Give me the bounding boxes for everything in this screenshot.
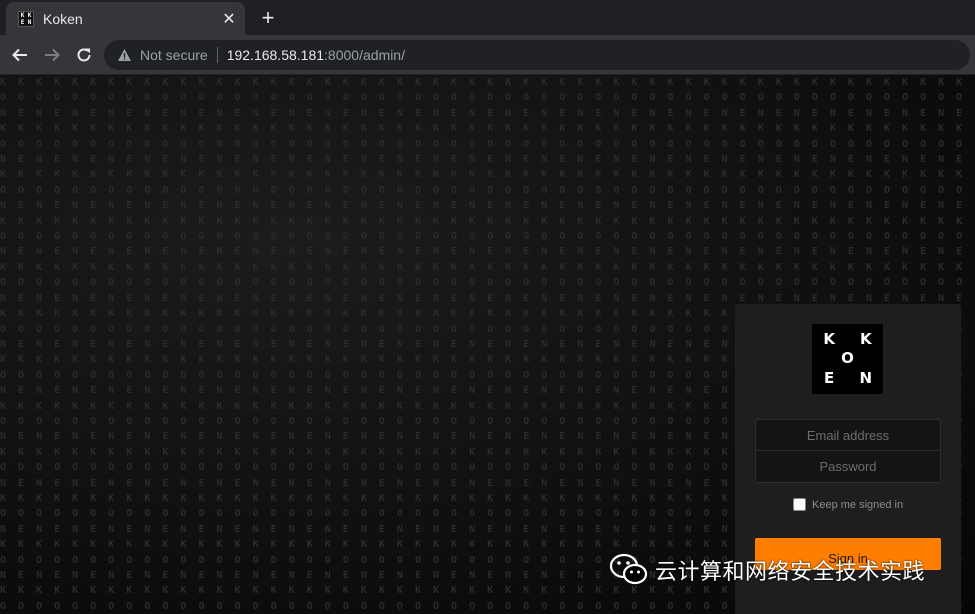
favicon-letter: K <box>27 11 32 19</box>
keep-signed-in-checkbox[interactable] <box>793 498 806 511</box>
browser-tab[interactable]: K K E N Koken ✕ <box>6 2 245 35</box>
reload-button[interactable] <box>72 43 96 67</box>
logo-letter <box>857 349 875 368</box>
logo-letter <box>838 330 856 349</box>
logo-letter: N <box>859 368 873 387</box>
arrow-left-icon <box>12 48 27 62</box>
reload-icon <box>77 48 91 62</box>
address-bar[interactable]: Not secure 192.168.58.181:8000/admin/ <box>104 40 970 70</box>
back-button[interactable] <box>8 43 32 67</box>
logo-letter <box>838 369 856 388</box>
tab-title: Koken <box>43 10 83 27</box>
wechat-icon <box>609 553 648 585</box>
watermark-text: 云计算和网络安全技术实践 <box>655 560 926 585</box>
tab-close-icon[interactable]: ✕ <box>219 9 239 29</box>
omnibox-divider <box>216 47 218 63</box>
keep-signed-in-label[interactable]: Keep me signed in <box>812 499 903 511</box>
email-field[interactable] <box>755 419 941 451</box>
favicon-letter: N <box>27 18 32 26</box>
koken-logo: K K O E N <box>812 324 883 394</box>
security-label[interactable]: Not secure <box>140 47 208 63</box>
logo-letter: O <box>841 349 854 368</box>
favicon-letter: E <box>20 18 25 26</box>
favicon-letter: K <box>20 11 25 19</box>
login-page-background: K K K K K K K K K K K K K K K K K K K K … <box>0 75 975 614</box>
arrow-right-icon <box>45 48 60 62</box>
logo-letter: K <box>860 330 872 348</box>
browser-toolbar: Not secure 192.168.58.181:8000/admin/ <box>0 35 975 75</box>
password-field[interactable] <box>755 451 941 483</box>
warning-icon[interactable] <box>116 47 132 63</box>
logo-letter: E <box>824 368 835 387</box>
logo-letter: K <box>823 330 835 348</box>
url-path: :8000/admin/ <box>324 47 405 63</box>
watermark: 云计算和网络安全技术实践 <box>609 553 925 587</box>
keep-signed-in[interactable]: Keep me signed in <box>793 498 903 511</box>
forward-button[interactable] <box>40 43 64 67</box>
browser-tabstrip: K K E N Koken ✕ + <box>0 0 975 35</box>
url-host: 192.168.58.181 <box>226 47 325 63</box>
logo-letter <box>820 349 838 368</box>
koken-favicon-icon: K K E N <box>18 10 34 27</box>
new-tab-button[interactable]: + <box>256 5 280 30</box>
